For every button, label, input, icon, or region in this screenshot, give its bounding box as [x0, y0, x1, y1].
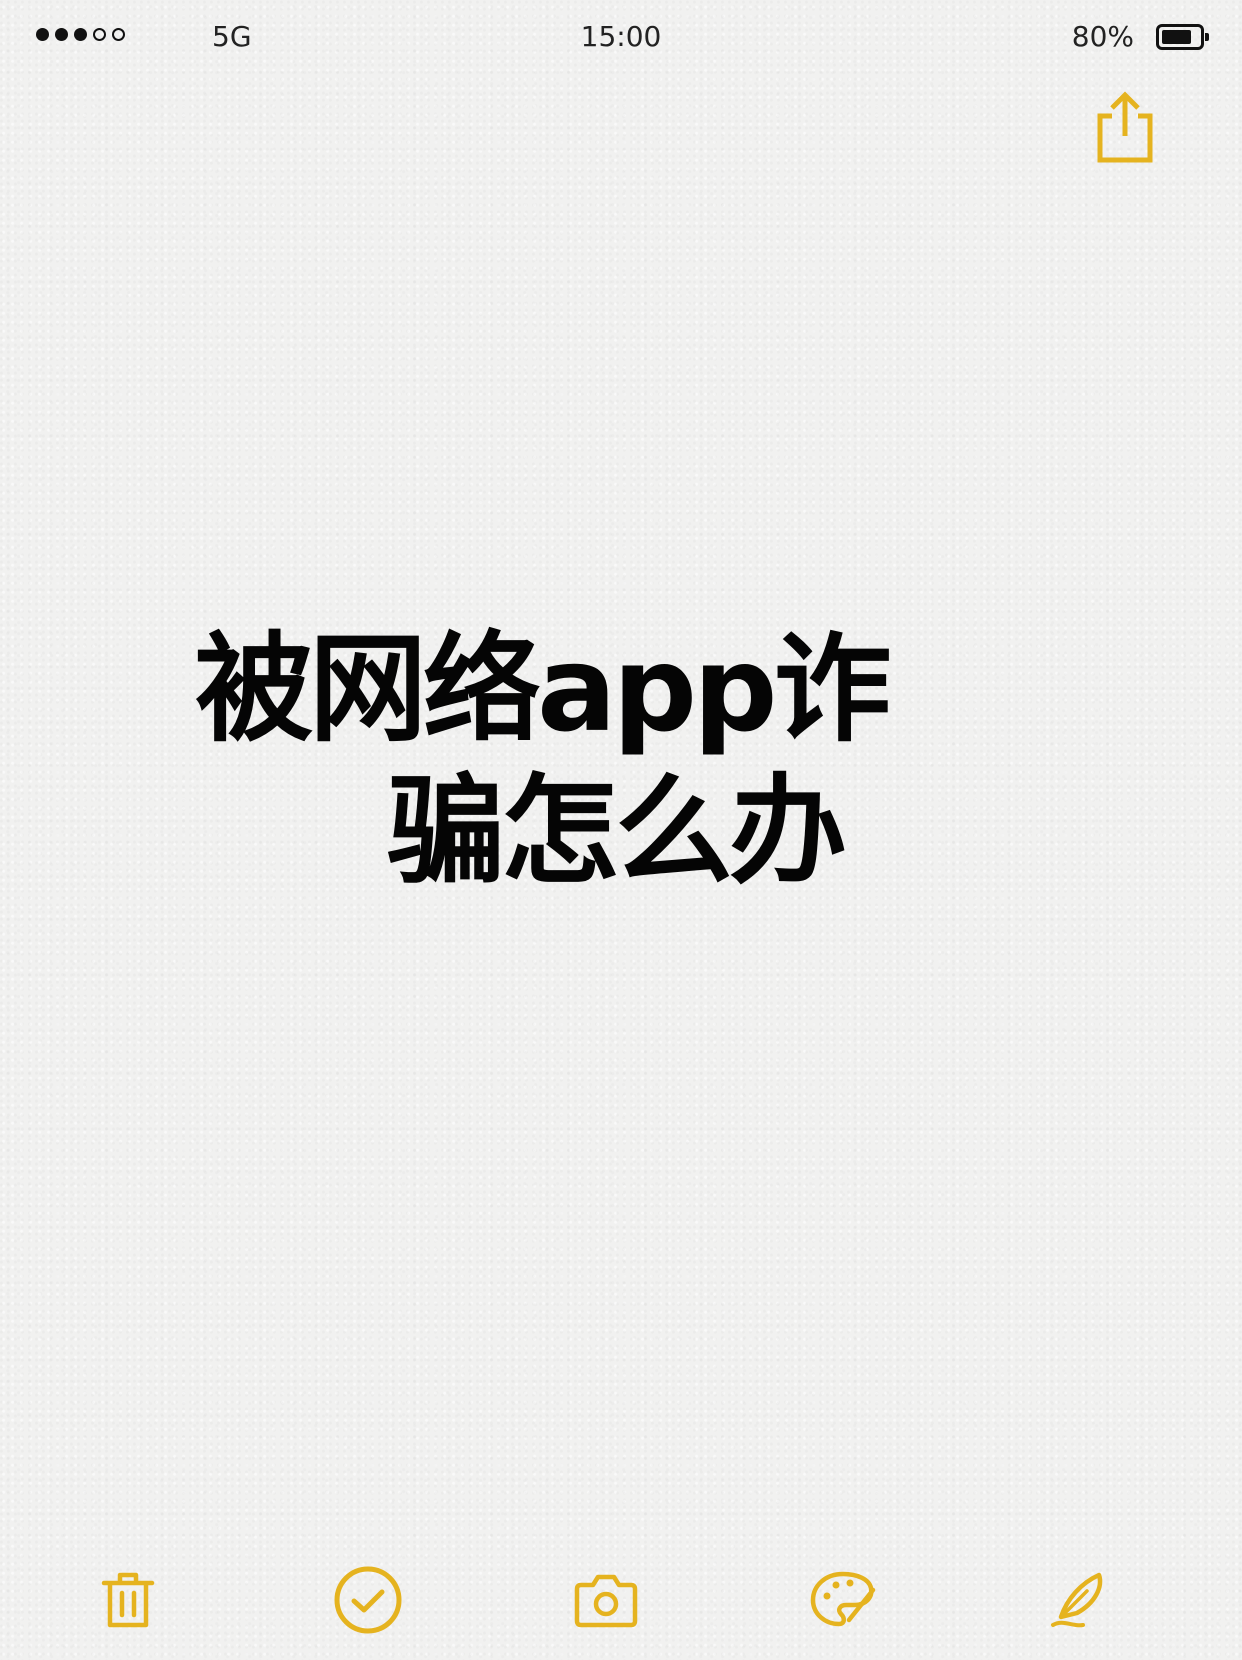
clock: 15:00	[580, 20, 662, 53]
note-title: 被网络app诈 骗怎么办	[195, 618, 955, 902]
battery-level	[1162, 30, 1191, 44]
note-title-line-1: 被网络app诈	[195, 620, 892, 758]
note-title-line-2: 骗怎么办	[387, 762, 847, 900]
trash-icon	[101, 1572, 155, 1628]
share-icon	[1097, 91, 1153, 163]
camera-button[interactable]	[566, 1560, 646, 1640]
status-bar: 5G 15:00 80%	[0, 0, 1242, 76]
battery-icon	[1156, 24, 1209, 50]
checklist-icon	[334, 1566, 402, 1634]
bottom-toolbar	[0, 1560, 1242, 1640]
checklist-button[interactable]	[328, 1560, 408, 1640]
battery-percent: 80%	[1071, 20, 1134, 53]
delete-button[interactable]	[88, 1560, 168, 1640]
palette-icon	[810, 1571, 876, 1627]
markup-button[interactable]	[804, 1560, 884, 1640]
camera-icon	[574, 1574, 638, 1628]
pen-icon	[1051, 1572, 1103, 1628]
compose-button[interactable]	[1040, 1560, 1120, 1640]
share-button[interactable]	[1090, 90, 1160, 164]
